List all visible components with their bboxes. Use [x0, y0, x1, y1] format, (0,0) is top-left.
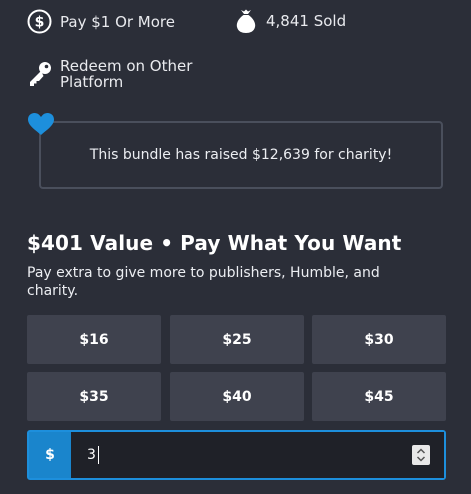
- key-icon: [27, 60, 53, 88]
- sold-count-label: 4,841 Sold: [266, 12, 347, 30]
- heart-icon: [27, 112, 55, 136]
- bundle-value-title: $401 Value • Pay What You Want: [27, 231, 402, 255]
- amount-option-button[interactable]: $35: [27, 372, 161, 421]
- amount-option-button[interactable]: $25: [170, 315, 304, 364]
- custom-amount-value: 3: [87, 447, 96, 463]
- custom-amount-field: $ 3: [27, 430, 446, 480]
- amount-option-button[interactable]: $16: [27, 315, 161, 364]
- amount-option-button[interactable]: $30: [312, 315, 446, 364]
- pay-minimum-stat: $ Pay $1 Or More: [27, 9, 175, 34]
- amount-option-button[interactable]: $45: [312, 372, 446, 421]
- redeem-platform-label: Redeem on Other Platform: [60, 57, 193, 91]
- svg-text:$: $: [35, 15, 45, 31]
- dollar-circle-icon: $: [27, 9, 52, 34]
- bundle-value-subtitle: Pay extra to give more to publishers, Hu…: [27, 265, 380, 299]
- amount-option-button[interactable]: $40: [170, 372, 304, 421]
- charity-raised-box: This bundle has raised $12,639 for chari…: [39, 121, 443, 189]
- pay-minimum-label: Pay $1 Or More: [60, 12, 175, 31]
- charity-raised-message: This bundle has raised $12,639 for chari…: [89, 147, 393, 163]
- text-caret: [97, 446, 99, 464]
- number-spinner-icon[interactable]: [412, 445, 430, 465]
- custom-amount-input[interactable]: 3: [71, 432, 444, 478]
- sold-count-stat: 4,841 Sold: [235, 8, 346, 34]
- redeem-platform-stat: Redeem on Other Platform: [27, 58, 210, 90]
- currency-symbol: $: [29, 432, 71, 478]
- money-bag-icon: [235, 8, 257, 34]
